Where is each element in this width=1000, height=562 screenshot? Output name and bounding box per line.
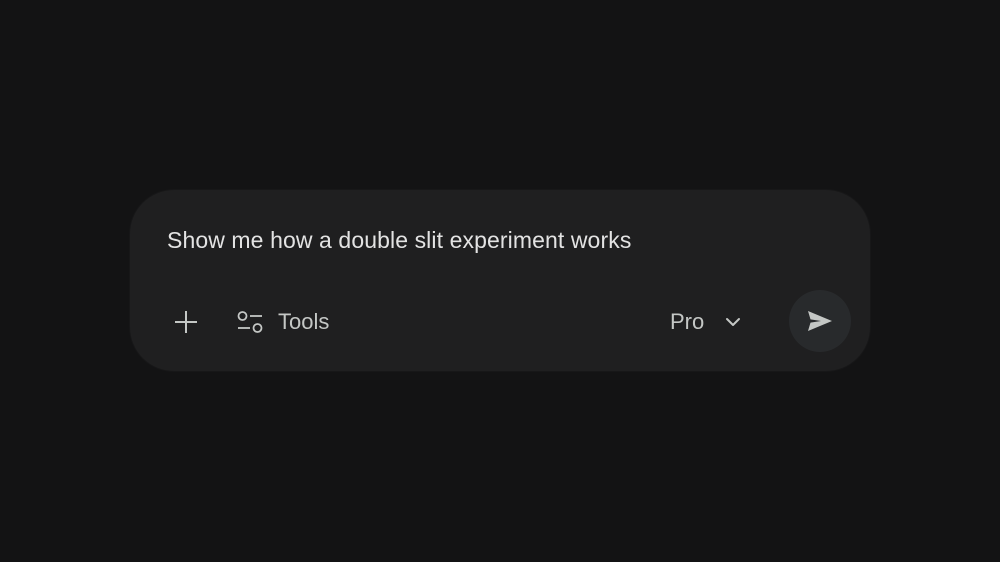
model-selector[interactable]: Pro xyxy=(670,302,742,342)
prompt-toolbar: Tools Pro xyxy=(130,290,870,352)
send-arrow-icon xyxy=(807,310,833,332)
page-background: Show me how a double slit experiment wor… xyxy=(0,0,1000,562)
model-selector-label: Pro xyxy=(670,309,705,334)
plus-icon xyxy=(173,309,199,335)
prompt-input-box[interactable]: Show me how a double slit experiment wor… xyxy=(130,190,870,371)
prompt-input-text[interactable]: Show me how a double slit experiment wor… xyxy=(167,226,631,254)
add-attachment-button[interactable] xyxy=(166,302,206,342)
tools-sliders-icon xyxy=(236,309,264,335)
send-button[interactable] xyxy=(789,290,851,352)
chevron-down-icon xyxy=(724,316,742,328)
tools-label: Tools xyxy=(278,309,330,334)
tools-button[interactable]: Tools xyxy=(236,302,329,342)
